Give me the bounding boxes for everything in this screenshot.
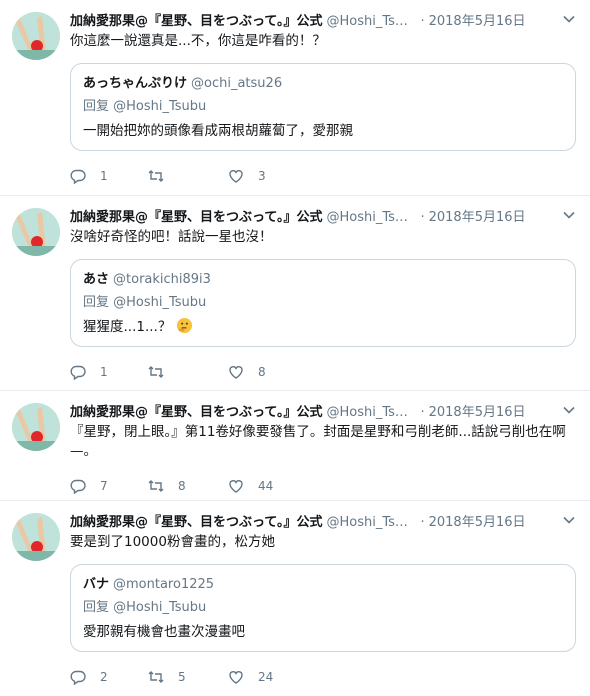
retweet-icon [148, 170, 164, 182]
like-count: 8 [258, 365, 266, 379]
reply-count: 2 [100, 670, 108, 684]
tweet-actions: 7 8 44 [70, 467, 576, 505]
quoted-author-handle: @ochi_atsu26 [191, 76, 283, 91]
retweet-button[interactable] [148, 168, 228, 184]
quoted-text-content: 猩猩度...1...？ [83, 319, 172, 335]
tweet-header: 加納愛那果@『星野、目をつぶって。』公式 @Hoshi_Tsubu · 2018… [70, 10, 576, 30]
tweet-date[interactable]: 2018年5月16日 [429, 206, 526, 225]
tweet[interactable]: 加納愛那果@『星野、目をつぶって。』公式 @Hoshi_Tsubu · 2018… [0, 391, 590, 501]
avatar[interactable] [12, 513, 60, 561]
tweet-date[interactable]: 2018年5月16日 [429, 10, 526, 29]
author-name[interactable]: 加納愛那果@『星野、目をつぶって。』公式 [70, 511, 322, 530]
reply-to-label: 回复 @Hoshi_Tsubu [83, 99, 207, 114]
separator: · [420, 210, 425, 225]
retweet-button[interactable]: 8 [148, 478, 228, 494]
tweet-actions: 2 5 24 [70, 658, 576, 696]
reply-icon [70, 479, 86, 494]
tweet-text: 『星野，閉上眼。』第11卷好像要發售了。封面是星野和弓削老師...話說弓削也在啊… [70, 424, 566, 459]
quoted-author-handle: @torakichi89i3 [113, 272, 211, 287]
timeline: 加納愛那果@『星野、目をつぶって。』公式 @Hoshi_Tsubu · 2018… [0, 0, 590, 696]
chevron-down-icon[interactable] [562, 12, 576, 26]
author-handle[interactable]: @Hoshi_Tsubu [326, 210, 414, 225]
reply-button[interactable]: 1 [70, 364, 148, 380]
tweet-actions: 1 8 [70, 353, 576, 391]
heart-icon [229, 366, 243, 379]
retweet-button[interactable] [148, 364, 228, 380]
retweet-count: 8 [178, 479, 186, 493]
like-button[interactable]: 44 [228, 478, 306, 494]
tweet-actions: 1 3 [70, 157, 576, 195]
author-handle[interactable]: @Hoshi_Tsubu [326, 405, 414, 420]
tweet-header: 加納愛那果@『星野、目をつぶって。』公式 @Hoshi_Tsubu · 2018… [70, 511, 576, 531]
like-count: 44 [258, 479, 274, 493]
tweet-header: 加納愛那果@『星野、目をつぶって。』公式 @Hoshi_Tsubu · 2018… [70, 206, 576, 226]
tweet-text: 沒啥好奇怪的吧！話說一星也沒！ [70, 229, 273, 245]
retweet-button[interactable]: 5 [148, 669, 228, 685]
reply-button[interactable]: 1 [70, 168, 148, 184]
chevron-down-icon[interactable] [562, 403, 576, 417]
author-handle[interactable]: @Hoshi_Tsubu [326, 14, 414, 29]
quoted-author-name: あっちゃんぷりけ [83, 76, 188, 91]
retweet-icon [148, 671, 164, 683]
quoted-tweet[interactable]: あさ @torakichi89i3 回复 @Hoshi_Tsubu 猩猩度...1… [70, 259, 576, 347]
like-count: 24 [258, 670, 274, 684]
reply-count: 7 [100, 479, 108, 493]
avatar[interactable] [12, 208, 60, 256]
reply-count: 1 [100, 365, 108, 379]
like-count: 3 [258, 169, 266, 183]
like-button[interactable]: 8 [228, 364, 306, 380]
heart-icon [229, 170, 243, 183]
retweet-icon [148, 366, 164, 378]
quoted-text: 一開始把妳的頭像看成兩根胡蘿蔔了，愛那親 [83, 123, 353, 139]
separator: · [420, 14, 425, 29]
tweet-header: 加納愛那果@『星野、目をつぶって。』公式 @Hoshi_Tsubu · 2018… [70, 401, 576, 421]
reply-button[interactable]: 2 [70, 669, 148, 685]
tweet[interactable]: 加納愛那果@『星野、目をつぶって。』公式 @Hoshi_Tsubu · 2018… [0, 0, 590, 196]
quoted-author-name: バナ [83, 577, 110, 592]
reply-to-label: 回复 @Hoshi_Tsubu [83, 600, 207, 615]
like-button[interactable]: 24 [228, 669, 306, 685]
reply-icon [70, 365, 86, 380]
tweet[interactable]: 加納愛那果@『星野、目をつぶって。』公式 @Hoshi_Tsubu · 2018… [0, 196, 590, 391]
author-name[interactable]: 加納愛那果@『星野、目をつぶって。』公式 [70, 401, 322, 420]
reply-icon [70, 169, 86, 184]
tweet-text: 你這麼一說還真是...不，你這是咋看的！？ [70, 33, 326, 49]
reply-to-label: 回复 @Hoshi_Tsubu [83, 295, 207, 310]
chevron-down-icon[interactable] [562, 513, 576, 527]
avatar[interactable] [12, 403, 60, 451]
heart-icon [229, 480, 243, 493]
heart-icon [229, 671, 243, 684]
quoted-tweet[interactable]: あっちゃんぷりけ @ochi_atsu26 回复 @Hoshi_Tsubu 一開始… [70, 63, 576, 151]
separator: · [420, 515, 425, 530]
tweet-date[interactable]: 2018年5月16日 [429, 401, 526, 420]
retweet-count: 5 [178, 670, 186, 684]
chevron-down-icon[interactable] [562, 208, 576, 222]
quoted-text: 猩猩度...1...？ [83, 317, 563, 337]
thinking-face-icon [176, 317, 192, 334]
author-name[interactable]: 加納愛那果@『星野、目をつぶって。』公式 [70, 10, 322, 29]
reply-count: 1 [100, 169, 108, 183]
retweet-icon [148, 480, 164, 492]
tweet-date[interactable]: 2018年5月16日 [429, 511, 526, 530]
separator: · [420, 405, 425, 420]
reply-button[interactable]: 7 [70, 478, 148, 494]
tweet-text: 要是到了10000粉會畫的，松方她 [70, 534, 275, 550]
author-handle[interactable]: @Hoshi_Tsubu [326, 515, 414, 530]
reply-icon [70, 670, 86, 685]
quoted-text: 愛那親有機會也畫次漫畫吧 [83, 624, 245, 640]
author-name[interactable]: 加納愛那果@『星野、目をつぶって。』公式 [70, 206, 322, 225]
tweet[interactable]: 加納愛那果@『星野、目をつぶって。』公式 @Hoshi_Tsubu · 2018… [0, 501, 590, 696]
avatar[interactable] [12, 12, 60, 60]
like-button[interactable]: 3 [228, 168, 306, 184]
quoted-author-name: あさ [83, 272, 110, 287]
quoted-tweet[interactable]: バナ @montaro1225 回复 @Hoshi_Tsubu 愛那親有機會也畫次… [70, 564, 576, 652]
quoted-author-handle: @montaro1225 [113, 577, 215, 592]
